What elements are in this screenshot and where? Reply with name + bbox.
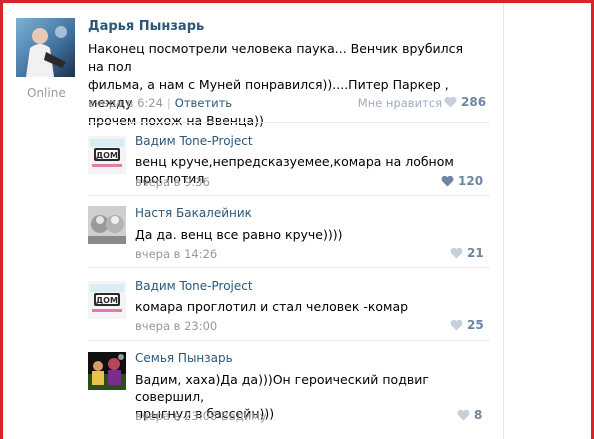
- comment-like-count: 8: [474, 408, 483, 422]
- comment-text: комара проглотил и стал человек -комар: [135, 299, 409, 314]
- comment-date[interactable]: вчера в 9:36: [135, 175, 210, 189]
- post-text-line: Наконец посмотрели человека паука... Вен…: [88, 41, 464, 74]
- comment-text: Да да. венц все равно круче)))): [135, 227, 343, 242]
- comment-avatar[interactable]: [88, 352, 126, 390]
- comment-like-button[interactable]: 8: [457, 408, 482, 422]
- comment-like-count: 21: [467, 246, 484, 260]
- comment-like-count: 120: [458, 174, 484, 188]
- post-author-name[interactable]: Дарья Пынзарь: [88, 19, 204, 34]
- heart-icon: [450, 247, 463, 259]
- comment-avatar[interactable]: [88, 206, 126, 244]
- comment-like-count: 25: [467, 318, 484, 332]
- divider: [88, 340, 490, 341]
- comment-author[interactable]: Вадим Tone-Project: [135, 134, 253, 148]
- post-like-button[interactable]: 286: [444, 95, 486, 109]
- meta-separator: |: [166, 96, 171, 110]
- comment-date[interactable]: вчера в 14:26: [135, 247, 217, 261]
- frame-border-top: [0, 0, 594, 3]
- comment-avatar[interactable]: ДОМ: [88, 136, 126, 174]
- comment-date[interactable]: вчера в 23:08 Вадиму: [135, 409, 267, 423]
- divider: [88, 122, 490, 123]
- heart-icon: [450, 319, 463, 331]
- comment-author[interactable]: Вадим Tone-Project: [135, 279, 253, 293]
- svg-text:ДОМ: ДОМ: [96, 151, 118, 160]
- comment-like-button[interactable]: 21: [450, 246, 484, 260]
- heart-icon: [457, 409, 470, 421]
- comment-author[interactable]: Настя Бакалейник: [135, 206, 252, 220]
- comment-like-button[interactable]: 120: [441, 174, 483, 188]
- post-date[interactable]: вчера в 6:24: [88, 96, 163, 110]
- post-text: Наконец посмотрели человека паука... Вен…: [88, 40, 478, 130]
- column-separator: [503, 3, 504, 439]
- reply-button[interactable]: Ответить: [175, 96, 232, 110]
- heart-icon: [441, 175, 454, 187]
- comment-date[interactable]: вчера в 23:00: [135, 319, 217, 333]
- comment-text-line: Вадим, хаха)Да да)))Он героический подви…: [135, 372, 429, 404]
- comment-like-button[interactable]: 25: [450, 318, 484, 332]
- svg-text:ДОМ: ДОМ: [96, 296, 118, 305]
- like-label[interactable]: Мне нравится: [358, 96, 442, 110]
- frame-border-left: [0, 0, 3, 439]
- comment-author[interactable]: Семья Пынзарь: [135, 351, 233, 365]
- divider: [88, 195, 490, 196]
- post-meta: вчера в 6:24 | Ответить: [88, 96, 232, 110]
- post-like-count: 286: [461, 95, 487, 109]
- divider: [88, 267, 490, 268]
- post-author-avatar[interactable]: [16, 18, 75, 77]
- heart-icon: [444, 96, 457, 108]
- post-text-line: прочем похож на Ввенца)): [88, 113, 264, 128]
- online-status: Online: [27, 86, 66, 100]
- comment-avatar[interactable]: ДОМ: [88, 281, 126, 319]
